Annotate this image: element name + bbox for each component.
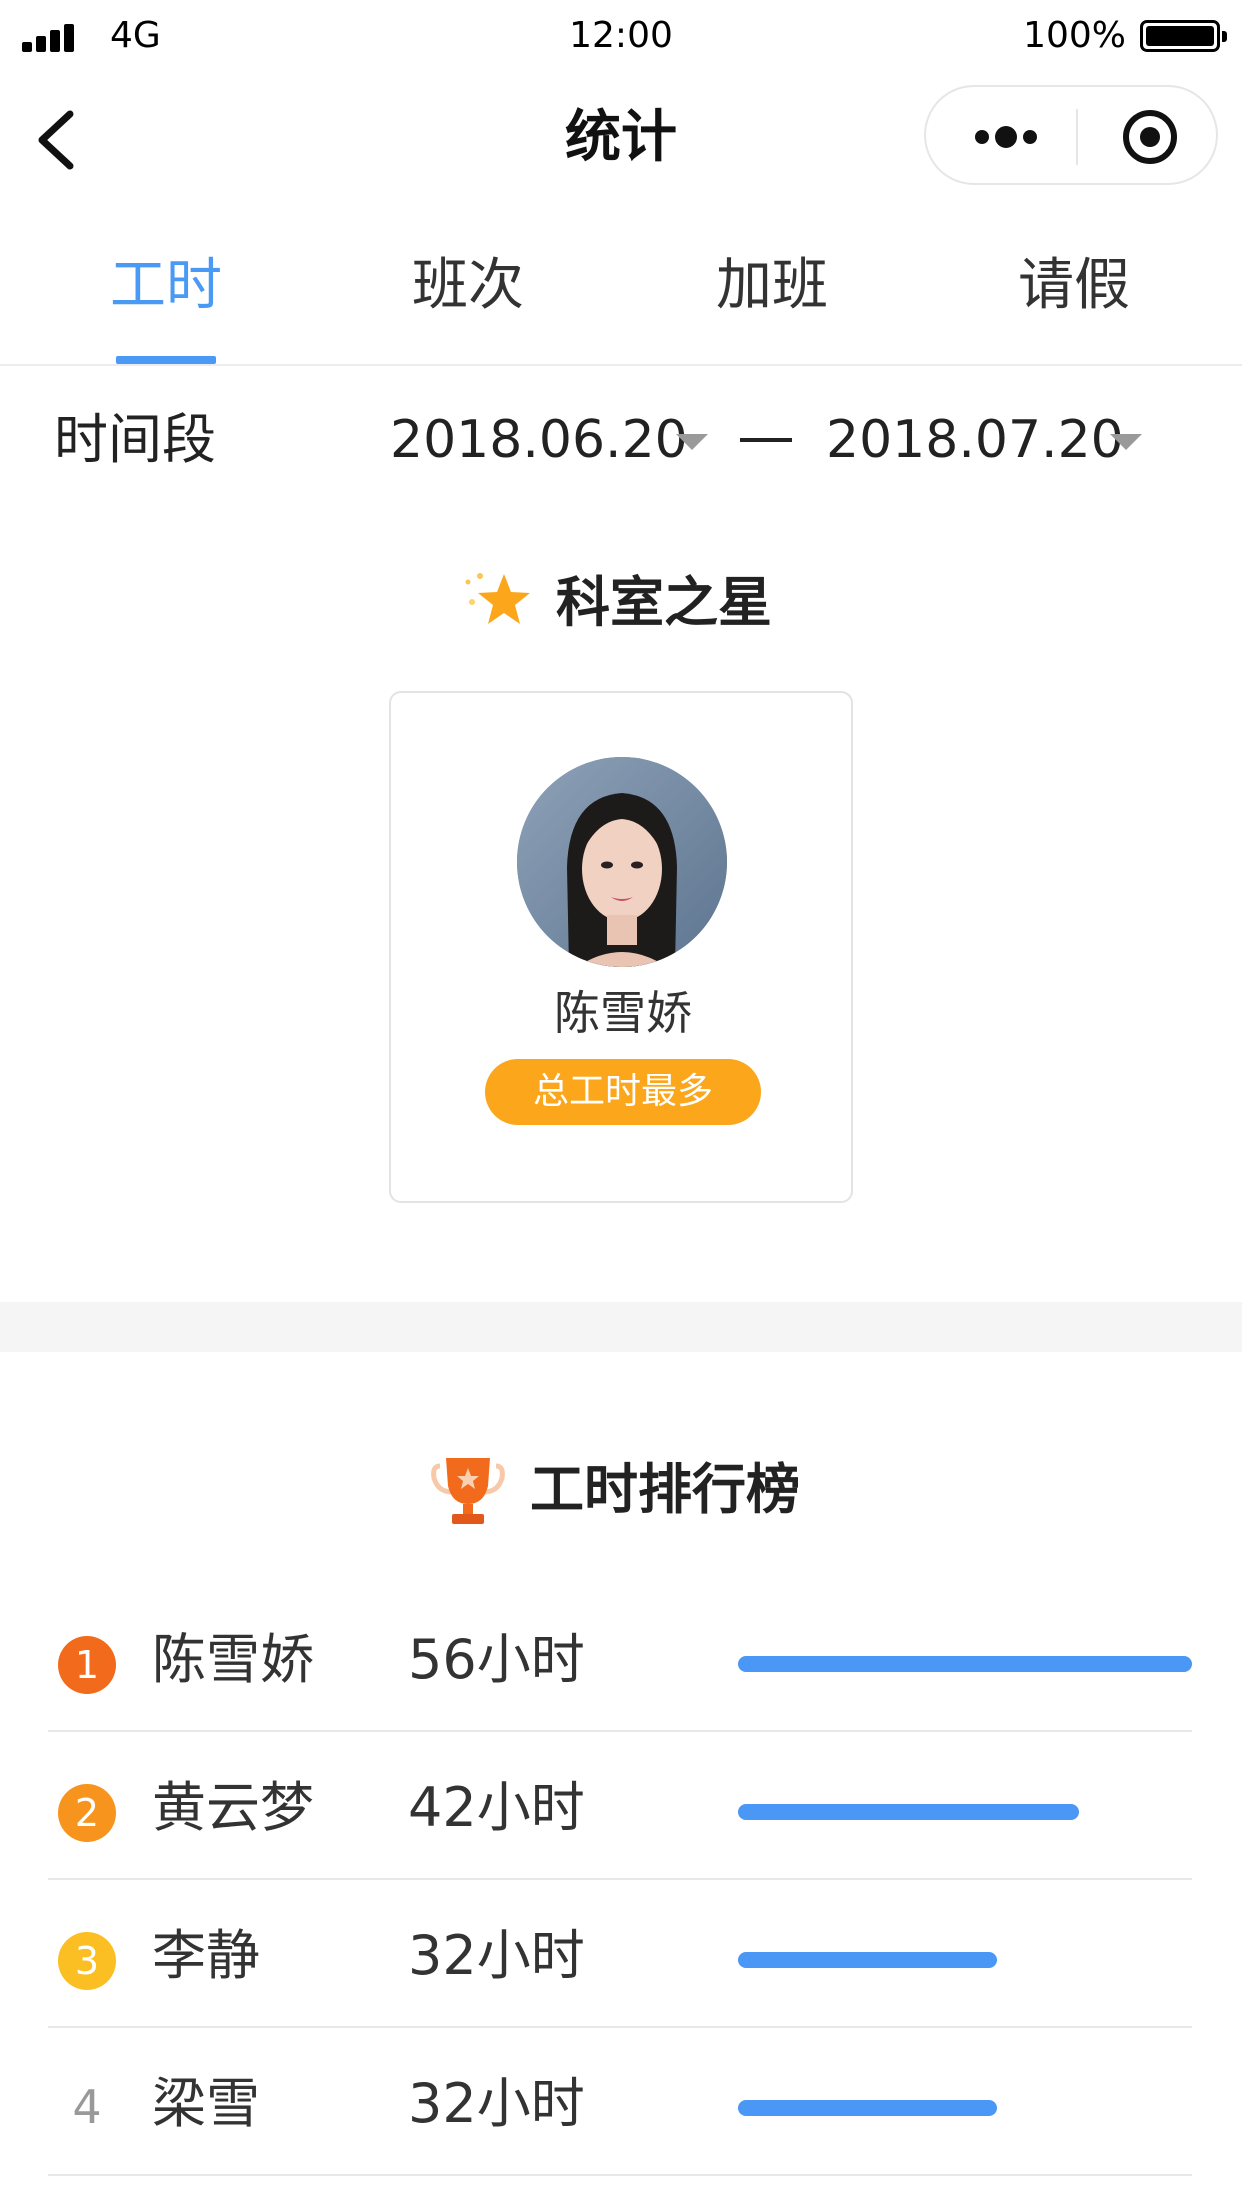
caret-down-icon [1110, 434, 1142, 450]
more-button[interactable] [946, 97, 1066, 177]
rank-hours: 42小时 [408, 1776, 585, 1839]
ranking-header: 工时排行榜 [0, 1452, 1242, 1528]
ranking-row[interactable]: 1 陈雪娇 56小时 [48, 1584, 1192, 1732]
active-tab-indicator [116, 356, 216, 364]
rank-hours: 32小时 [408, 2072, 585, 2135]
hours-bar [738, 1804, 1079, 1820]
end-date-picker[interactable]: 2018.07.20 [826, 405, 1124, 475]
nav-bar: 统计 [0, 76, 1242, 200]
close-button[interactable] [1086, 97, 1206, 177]
star-name: 陈雪娇 [554, 986, 692, 1040]
battery-percent: 100% [1023, 15, 1126, 56]
avatar [517, 757, 727, 967]
range-separator [740, 438, 792, 442]
rank-badge: 1 [58, 1636, 116, 1694]
rank-name: 黄云梦 [152, 1776, 314, 1839]
tab-leave[interactable]: 请假 [974, 250, 1174, 322]
rank-badge: 3 [58, 1932, 116, 1990]
caret-down-icon [676, 434, 708, 450]
start-date-picker[interactable]: 2018.06.20 [390, 405, 688, 475]
target-close-icon [1123, 110, 1177, 164]
rank-name: 梁雪 [152, 2072, 260, 2135]
hours-bar [738, 1656, 1192, 1672]
more-dots-icon [975, 126, 1037, 148]
section-divider [0, 1302, 1242, 1352]
ranking-title: 工时排行榜 [530, 1458, 800, 1521]
rank-hours: 56小时 [408, 1628, 585, 1691]
star-section-header: 科室之星 [0, 568, 1242, 638]
tab-work-hours[interactable]: 工时 [66, 250, 266, 322]
star-badge: 总工时最多 [485, 1059, 761, 1125]
rank-badge: 2 [58, 1784, 116, 1842]
rank-number: 4 [72, 2080, 102, 2134]
star-icon [465, 573, 530, 624]
ranking-row[interactable]: 3 李静 32小时 [48, 1880, 1192, 2028]
battery-icon [1140, 20, 1227, 52]
tab-overtime[interactable]: 加班 [672, 250, 872, 322]
ranking-row[interactable]: 4 梁雪 32小时 [48, 2028, 1192, 2176]
star-card[interactable]: 陈雪娇 总工时最多 [389, 691, 853, 1203]
rank-hours: 32小时 [408, 1924, 585, 1987]
hours-bar [738, 1952, 997, 1968]
tab-bar: 工时 班次 加班 请假 [0, 220, 1242, 366]
ranking-row[interactable]: 2 黄云梦 42小时 [48, 1732, 1192, 1880]
star-section-title: 科室之星 [556, 571, 772, 634]
tab-shifts[interactable]: 班次 [368, 250, 568, 322]
hours-bar [738, 2100, 997, 2116]
rank-name: 陈雪娇 [152, 1628, 314, 1691]
period-label: 时间段 [54, 408, 216, 471]
status-bar: 4G 12:00 100% [0, 0, 1242, 76]
rank-name: 李静 [152, 1924, 260, 1987]
mini-program-capsule [924, 85, 1218, 185]
ranking-list: 1 陈雪娇 56小时 2 黄云梦 42小时 3 李静 32小时 4 梁雪 32小… [48, 1584, 1192, 2176]
trophy-icon [431, 1458, 505, 1524]
